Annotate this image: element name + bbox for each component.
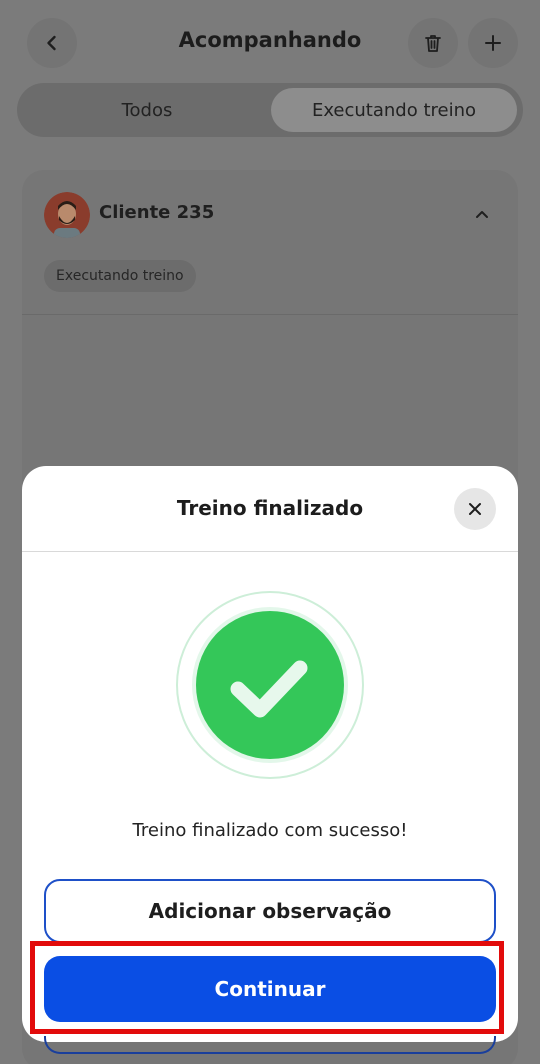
plus-icon xyxy=(485,35,501,51)
add-button[interactable] xyxy=(468,18,518,68)
trash-icon xyxy=(425,35,441,52)
filter-segmented-control: Todos Executando treino xyxy=(17,83,523,137)
divider xyxy=(22,314,518,315)
continue-button[interactable]: Continuar xyxy=(44,956,496,1022)
workout-finished-modal: Treino finalizado Treino finalizado com … xyxy=(22,466,518,1042)
status-badge: Executando treino xyxy=(44,260,196,292)
tab-todos[interactable]: Todos xyxy=(22,88,272,132)
close-icon xyxy=(469,503,481,515)
delete-button[interactable] xyxy=(408,18,458,68)
divider xyxy=(22,551,518,552)
client-name: Cliente 235 xyxy=(99,202,215,223)
success-message: Treino finalizado com sucesso! xyxy=(132,820,408,841)
avatar xyxy=(44,192,90,238)
chevron-up-icon[interactable] xyxy=(474,206,490,226)
close-button[interactable] xyxy=(454,488,496,530)
tab-executando-treino[interactable]: Executando treino xyxy=(271,88,517,132)
add-note-button[interactable]: Adicionar observação xyxy=(44,879,496,943)
modal-title: Treino finalizado xyxy=(176,496,364,520)
page-title: Acompanhando xyxy=(178,28,362,52)
success-check-icon xyxy=(176,591,364,779)
top-bar: Acompanhando xyxy=(0,0,540,88)
background-button-edge xyxy=(44,1036,496,1054)
